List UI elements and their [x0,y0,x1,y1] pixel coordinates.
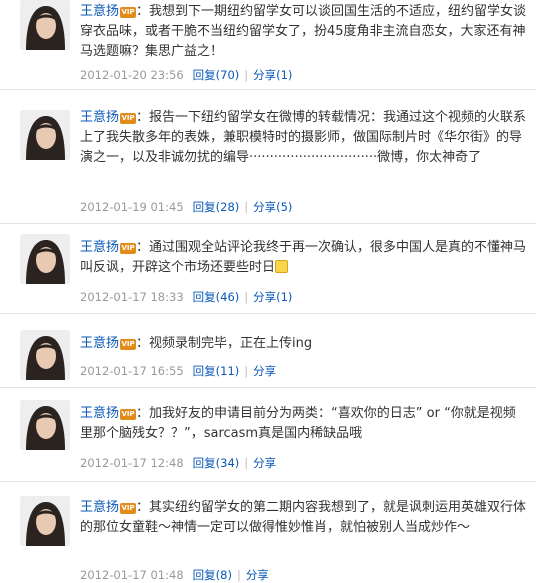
divider: | [244,364,249,378]
share-link[interactable]: 分享 [246,568,269,582]
divider: | [244,200,249,214]
post-content: 王意扬 VIP：报告一下纽约留学女在微博的转载情况：我通过这个视频的火联系上了我失… [80,108,528,168]
reply-link[interactable]: 回复(28) [193,200,240,214]
vip-badge-icon: VIP [120,339,137,350]
vip-badge-icon: VIP [120,503,137,514]
post-text: 视频录制完毕，正在上传ing [149,336,313,351]
post-meta: 2012-01-20 23:56 回复(70) | 分享(1) [80,68,292,82]
author-link[interactable]: 王意扬 [80,406,119,421]
divider: | [236,568,241,582]
author-link[interactable]: 王意扬 [80,110,119,125]
post-time: 2012-01-17 16:55 [80,364,184,378]
post-meta: 2012-01-17 16:55 回复(11) | 分享 [80,364,276,378]
avatar[interactable] [20,400,70,450]
share-link[interactable]: 分享(5) [253,200,292,214]
reply-link[interactable]: 回复(11) [193,364,240,378]
vip-badge-icon: VIP [120,243,137,254]
emoji-icon [275,260,289,273]
avatar[interactable] [20,234,70,284]
colon: ： [136,110,150,125]
post-item: 王意扬 VIP：其实纽约留学女的第二期内容我想到了，就是讽刺运用英雄双行体的那位女… [0,482,536,583]
vip-badge-icon: VIP [120,409,137,420]
post-content: 王意扬 VIP：视频录制完毕，正在上传ing [80,334,528,354]
author-link[interactable]: 王意扬 [80,4,119,19]
share-link[interactable]: 分享(1) [253,290,292,304]
vip-badge-icon: VIP [120,7,137,18]
divider: | [244,68,249,82]
author-link[interactable]: 王意扬 [80,336,119,351]
reply-link[interactable]: 回复(46) [193,290,240,304]
post-item: 王意扬 VIP：通过围观全站评论我终于再一次确认，很多中国人是真的不懂神马叫反讽，… [0,224,536,314]
colon: ： [136,240,150,255]
colon: ： [136,500,150,515]
post-meta: 2012-01-17 12:48 回复(34) | 分享 [80,456,276,470]
post-content: 王意扬 VIP：我想到下一期纽约留学女可以谈回国生活的不适应，纽约留学女谈穿衣品味… [80,2,528,62]
post-item: 王意扬 VIP：报告一下纽约留学女在微博的转载情况：我通过这个视频的火联系上了我失… [0,100,536,224]
share-link[interactable]: 分享 [253,456,276,470]
post-time: 2012-01-17 12:48 [80,456,184,470]
colon: ： [136,406,150,421]
colon: ： [136,4,150,19]
post-item: 王意扬 VIP：视频录制完毕，正在上传ing 2012-01-17 16:55 回复… [0,314,536,388]
avatar[interactable] [20,110,70,160]
author-link[interactable]: 王意扬 [80,240,119,255]
reply-link[interactable]: 回复(70) [193,68,240,82]
share-link[interactable]: 分享(1) [253,68,292,82]
post-time: 2012-01-17 18:33 [80,290,184,304]
post-meta: 2012-01-17 01:48 回复(8) | 分享 [80,568,269,582]
reply-link[interactable]: 回复(34) [193,456,240,470]
post-content: 王意扬 VIP：加我好友的申请目前分为两类：“喜欢你的日志” or “你就是视频里… [80,404,528,444]
share-link[interactable]: 分享 [253,364,276,378]
post-item: 王意扬 VIP：加我好友的申请目前分为两类：“喜欢你的日志” or “你就是视频里… [0,388,536,482]
author-link[interactable]: 王意扬 [80,500,119,515]
vip-badge-icon: VIP [120,113,137,124]
post-time: 2012-01-20 23:56 [80,68,184,82]
post-time: 2012-01-19 01:45 [80,200,184,214]
post-meta: 2012-01-17 18:33 回复(46) | 分享(1) [80,290,292,304]
post-item: 王意扬 VIP：我想到下一期纽约留学女可以谈回国生活的不适应，纽约留学女谈穿衣品味… [0,0,536,90]
post-content: 王意扬 VIP：通过围观全站评论我终于再一次确认，很多中国人是真的不懂神马叫反讽，… [80,238,528,278]
post-time: 2012-01-17 01:48 [80,568,184,582]
post-meta: 2012-01-19 01:45 回复(28) | 分享(5) [80,200,292,214]
post-content: 王意扬 VIP：其实纽约留学女的第二期内容我想到了，就是讽刺运用英雄双行体的那位女… [80,498,528,538]
colon: ： [136,336,150,351]
reply-link[interactable]: 回复(8) [193,568,232,582]
avatar[interactable] [20,0,70,50]
divider: | [244,290,249,304]
avatar[interactable] [20,496,70,546]
avatar[interactable] [20,330,70,380]
divider: | [244,456,249,470]
